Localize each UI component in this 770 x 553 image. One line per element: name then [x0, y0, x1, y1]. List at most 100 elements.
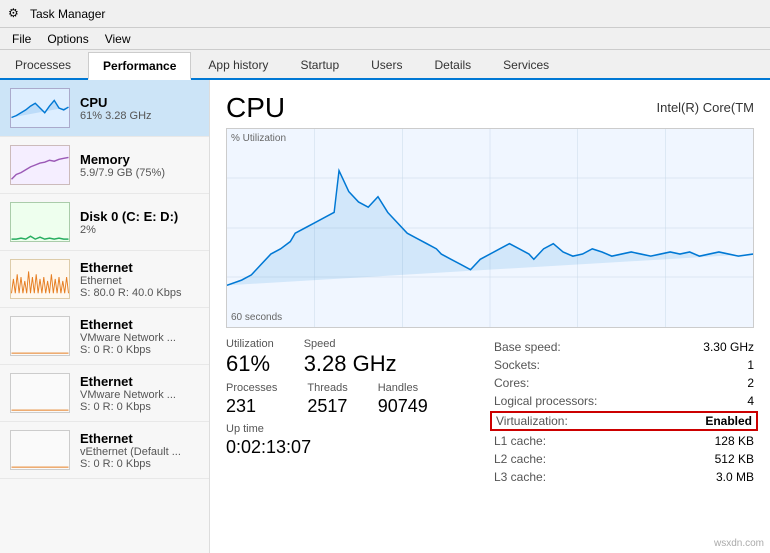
sidebar-eth4-sub2: S: 0 R: 0 Kbps [80, 458, 199, 470]
sidebar-disk-graph [10, 202, 70, 242]
sidebar-eth1-title: Ethernet [80, 260, 199, 275]
sidebar-eth1-graph [10, 259, 70, 299]
tab-app-history[interactable]: App history [193, 50, 283, 78]
stat-threads: Threads 2517 [307, 382, 347, 417]
speed-label: Speed [304, 338, 397, 350]
cores-key: Cores: [494, 376, 529, 390]
sidebar-disk-title: Disk 0 (C: E: D:) [80, 209, 199, 224]
tab-processes[interactable]: Processes [0, 50, 86, 78]
tab-startup[interactable]: Startup [285, 50, 354, 78]
handles-label: Handles [378, 382, 428, 394]
utilization-value: 61% [226, 352, 274, 376]
cpu-chart: % Utilization 60 seconds [226, 128, 754, 328]
logical-key: Logical processors: [494, 394, 597, 408]
sidebar-eth2-sub1: VMware Network ... [80, 332, 199, 344]
l3-key: L3 cache: [494, 470, 546, 484]
sidebar-item-disk[interactable]: Disk 0 (C: E: D:) 2% [0, 194, 209, 251]
l2-val: 512 KB [715, 452, 754, 466]
sidebar-eth3-sub2: S: 0 R: 0 Kbps [80, 401, 199, 413]
panel-title: CPU [226, 92, 285, 124]
sidebar-eth2-sub2: S: 0 R: 0 Kbps [80, 344, 199, 356]
stat-speed: Speed 3.28 GHz [304, 338, 397, 376]
info-l2: L2 cache: 512 KB [494, 450, 754, 468]
sidebar-cpu-title: CPU [80, 95, 199, 110]
stats-left: Utilization 61% Speed 3.28 GHz Processes… [226, 338, 484, 486]
threads-value: 2517 [307, 396, 347, 417]
info-logical: Logical processors: 4 [494, 392, 754, 410]
uptime-label: Up time [226, 423, 484, 435]
tab-users[interactable]: Users [356, 50, 417, 78]
sidebar-eth1-sub2: S: 80.0 R: 40.0 Kbps [80, 287, 199, 299]
sidebar-memory-title: Memory [80, 152, 199, 167]
menu-options[interactable]: Options [39, 30, 96, 48]
title-bar: ⚙ Task Manager [0, 0, 770, 28]
virt-val: Enabled [705, 414, 752, 428]
info-sockets: Sockets: 1 [494, 356, 754, 374]
menu-file[interactable]: File [4, 30, 39, 48]
uptime-section: Up time 0:02:13:07 [226, 423, 484, 458]
sidebar-item-eth1[interactable]: Ethernet Ethernet S: 80.0 R: 40.0 Kbps [0, 251, 209, 308]
handles-value: 90749 [378, 396, 428, 417]
menu-view[interactable]: View [97, 30, 139, 48]
uptime-value: 0:02:13:07 [226, 437, 484, 458]
sockets-key: Sockets: [494, 358, 540, 372]
sidebar-eth4-title: Ethernet [80, 431, 199, 446]
speed-value: 3.28 GHz [304, 352, 397, 376]
sidebar-item-cpu[interactable]: CPU 61% 3.28 GHz [0, 80, 209, 137]
tab-performance[interactable]: Performance [88, 52, 191, 80]
info-virtualization: Virtualization: Enabled [490, 411, 758, 431]
menu-bar: File Options View [0, 28, 770, 50]
basespeed-key: Base speed: [494, 340, 561, 354]
l1-val: 128 KB [715, 434, 754, 448]
sockets-val: 1 [747, 358, 754, 372]
stat-processes: Processes 231 [226, 382, 277, 417]
sidebar-item-eth3[interactable]: Ethernet VMware Network ... S: 0 R: 0 Kb… [0, 365, 209, 422]
virt-key: Virtualization: [496, 414, 568, 428]
info-table: Base speed: 3.30 GHz Sockets: 1 Cores: 2… [494, 338, 754, 486]
stat-handles: Handles 90749 [378, 382, 428, 417]
sidebar-item-eth4[interactable]: Ethernet vEthernet (Default ... S: 0 R: … [0, 422, 209, 479]
sidebar-item-memory[interactable]: Memory 5.9/7.9 GB (75%) [0, 137, 209, 194]
info-basespeed: Base speed: 3.30 GHz [494, 338, 754, 356]
sidebar-eth4-graph [10, 430, 70, 470]
processes-value: 231 [226, 396, 277, 417]
sidebar-memory-graph [10, 145, 70, 185]
logical-val: 4 [747, 394, 754, 408]
right-panel: CPU Intel(R) Core(TM % Utilization 60 se… [210, 80, 770, 553]
sidebar-memory-subtitle: 5.9/7.9 GB (75%) [80, 167, 199, 179]
watermark: wsxdn.com [714, 538, 764, 549]
sidebar-eth4-sub1: vEthernet (Default ... [80, 446, 199, 458]
processes-label: Processes [226, 382, 277, 394]
sidebar-eth3-graph [10, 373, 70, 413]
threads-label: Threads [307, 382, 347, 394]
app-icon: ⚙ [8, 6, 24, 22]
sidebar: CPU 61% 3.28 GHz Memory 5.9/7.9 GB (75%) [0, 80, 210, 553]
tab-services[interactable]: Services [488, 50, 564, 78]
processor-name: Intel(R) Core(TM [656, 100, 754, 115]
info-l1: L1 cache: 128 KB [494, 432, 754, 450]
l2-key: L2 cache: [494, 452, 546, 466]
sidebar-cpu-subtitle: 61% 3.28 GHz [80, 110, 199, 122]
sidebar-eth3-title: Ethernet [80, 374, 199, 389]
stats-row-2: Processes 231 Threads 2517 Handles 90749 [226, 382, 484, 417]
stats-row-1: Utilization 61% Speed 3.28 GHz [226, 338, 484, 376]
sidebar-cpu-graph [10, 88, 70, 128]
tab-details[interactable]: Details [419, 50, 486, 78]
sidebar-eth2-graph [10, 316, 70, 356]
l3-val: 3.0 MB [716, 470, 754, 484]
chart-y-label: % Utilization [231, 133, 286, 144]
basespeed-val: 3.30 GHz [703, 340, 754, 354]
info-cores: Cores: 2 [494, 374, 754, 392]
sidebar-item-eth2[interactable]: Ethernet VMware Network ... S: 0 R: 0 Kb… [0, 308, 209, 365]
stat-utilization: Utilization 61% [226, 338, 274, 376]
chart-x-label: 60 seconds [231, 312, 282, 323]
l1-key: L1 cache: [494, 434, 546, 448]
info-l3: L3 cache: 3.0 MB [494, 468, 754, 486]
sidebar-eth2-title: Ethernet [80, 317, 199, 332]
stats-info-section: Utilization 61% Speed 3.28 GHz Processes… [226, 338, 754, 486]
utilization-label: Utilization [226, 338, 274, 350]
app-title: Task Manager [30, 7, 105, 21]
sidebar-eth1-sub1: Ethernet [80, 275, 199, 287]
cpu-chart-svg [227, 129, 753, 327]
panel-header: CPU Intel(R) Core(TM [226, 92, 754, 124]
